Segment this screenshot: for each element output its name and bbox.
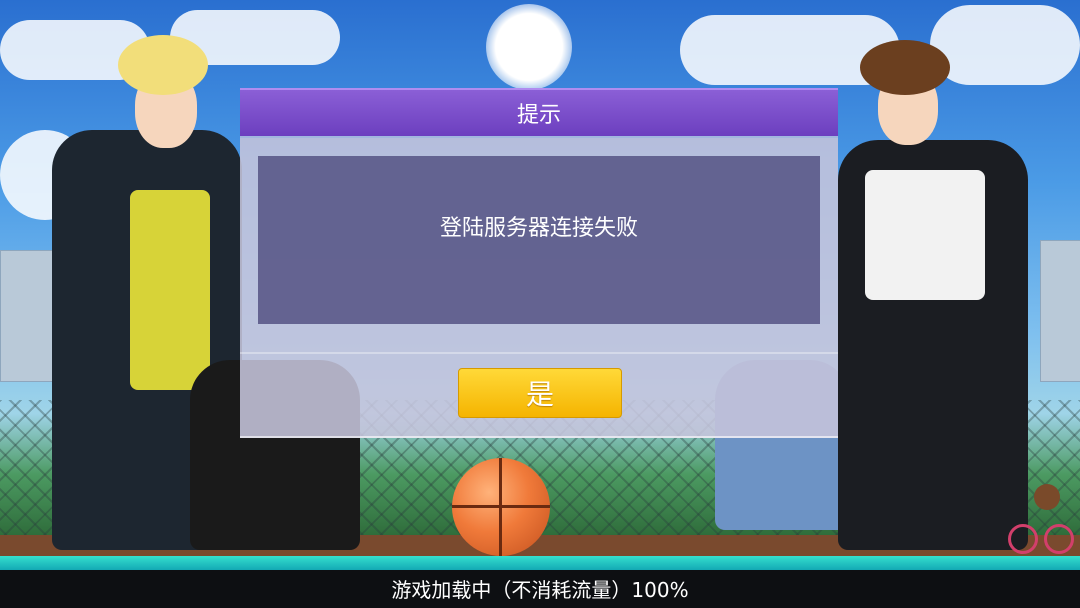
dialog-divider [240,352,838,354]
dialog-message: 登陆服务器连接失败 [258,156,820,324]
character-right-shirt [865,170,985,300]
loading-progress-bar [0,556,1080,570]
loading-progress-fill [0,556,1080,570]
character-left-shirt [130,190,210,390]
character-right-hair [860,40,950,95]
basketball [452,458,550,556]
loading-cyclist-icon [1004,484,1074,556]
dialog-title: 提示 [240,88,838,136]
confirm-button[interactable]: 是 [458,368,622,418]
building [1040,240,1080,382]
character-left-hair [118,35,208,95]
cloud [930,5,1080,85]
loading-status-text: 游戏加载中（不消耗流量）100% [391,578,689,602]
dialog-body: 登陆服务器连接失败 是 [240,136,838,438]
sun [486,4,572,90]
alert-dialog: 提示 登陆服务器连接失败 是 [240,88,838,438]
